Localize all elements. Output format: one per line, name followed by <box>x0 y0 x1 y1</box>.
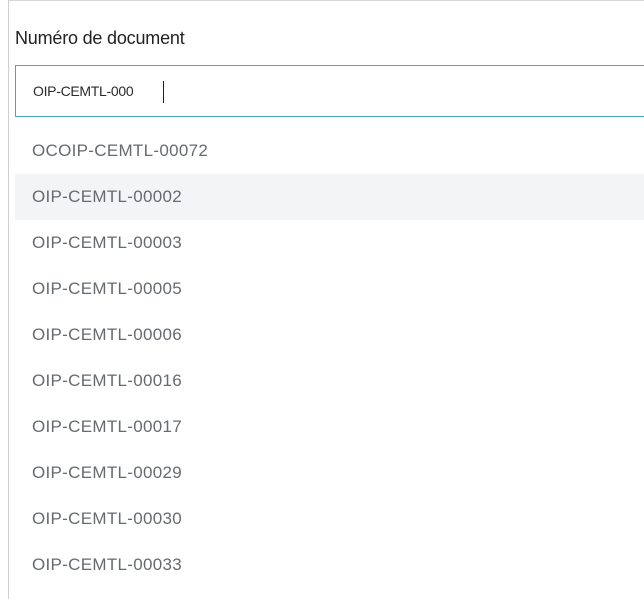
dropdown-option[interactable]: OIP-CEMTL-00017 <box>15 404 644 450</box>
document-number-label: Numéro de document <box>15 28 185 48</box>
document-number-input-wrapper[interactable] <box>15 65 644 117</box>
panel-top-border <box>8 0 644 1</box>
document-number-input[interactable] <box>16 66 644 116</box>
text-caret <box>163 81 164 103</box>
dropdown-option[interactable]: OIP-CEMTL-00033 <box>15 542 644 588</box>
dropdown-option[interactable]: OIP-CEMTL-00029 <box>15 450 644 496</box>
autocomplete-dropdown: OCOIP-CEMTL-00072 OIP-CEMTL-00002 OIP-CE… <box>15 128 644 588</box>
dropdown-option[interactable]: OIP-CEMTL-00003 <box>15 220 644 266</box>
dropdown-option[interactable]: OCOIP-CEMTL-00072 <box>15 128 644 174</box>
dropdown-option[interactable]: OIP-CEMTL-00030 <box>15 496 644 542</box>
dropdown-option[interactable]: OIP-CEMTL-00005 <box>15 266 644 312</box>
dropdown-option[interactable]: OIP-CEMTL-00016 <box>15 358 644 404</box>
dropdown-option-highlighted[interactable]: OIP-CEMTL-00002 <box>15 174 644 220</box>
dropdown-option[interactable]: OIP-CEMTL-00006 <box>15 312 644 358</box>
panel-left-border <box>8 0 9 599</box>
